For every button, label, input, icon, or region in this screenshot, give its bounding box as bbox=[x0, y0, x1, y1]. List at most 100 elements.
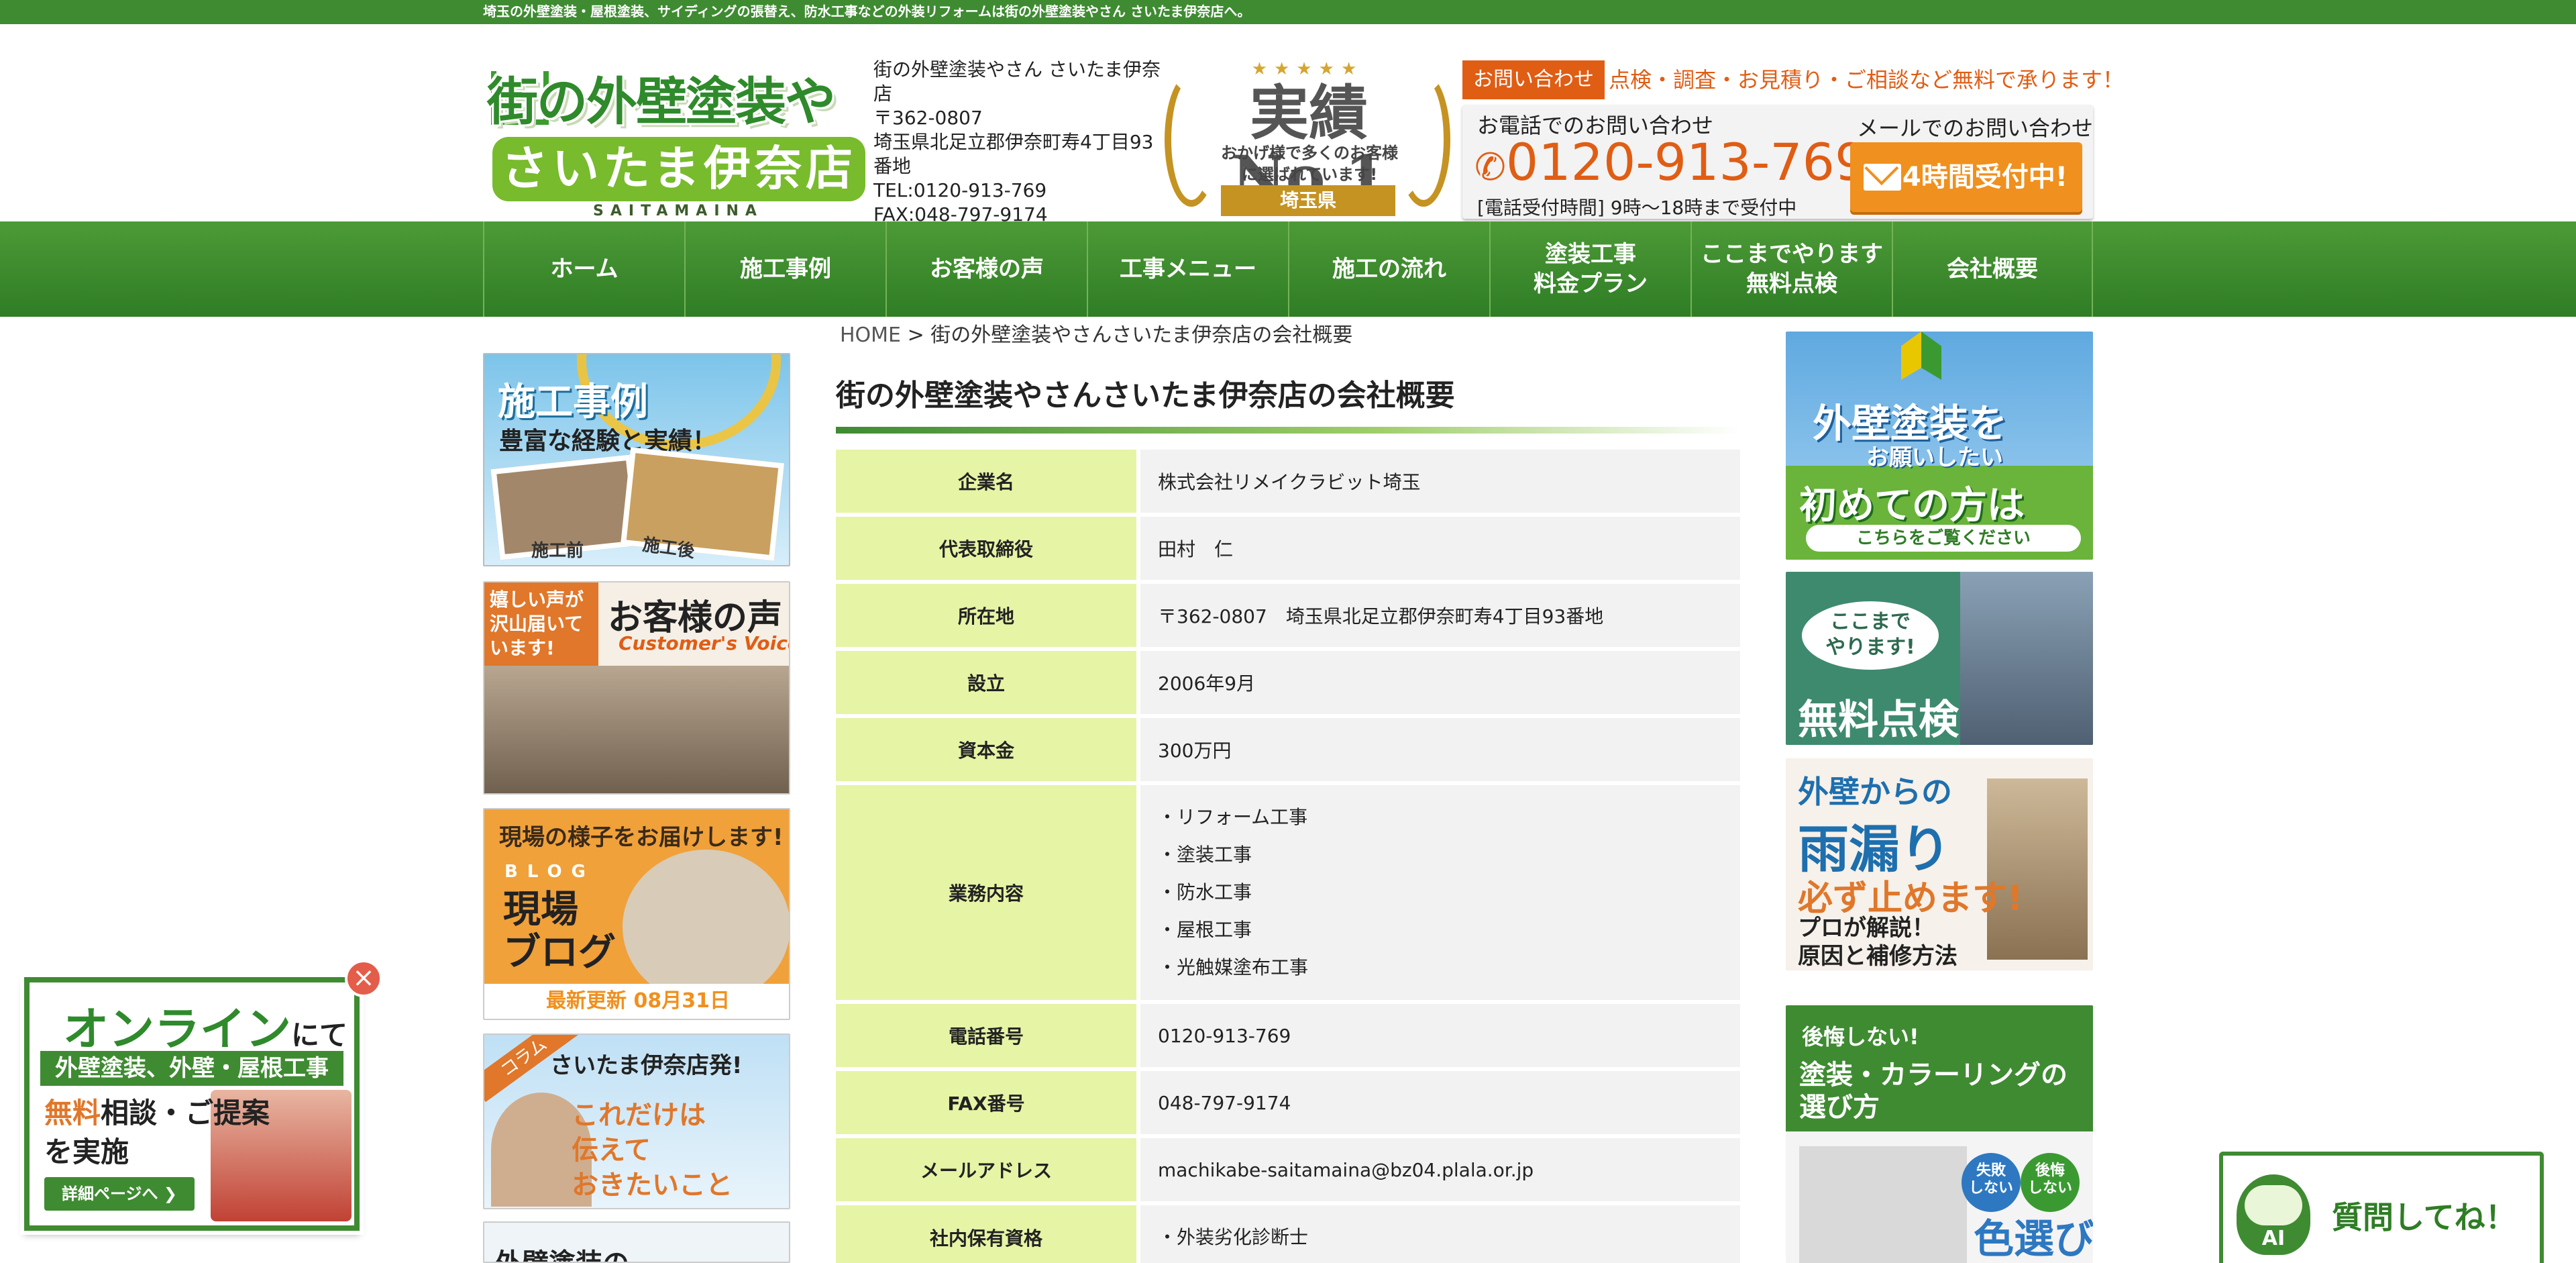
online-body-line2: を実施 bbox=[44, 1135, 129, 1168]
badge-region: 埼玉県 bbox=[1221, 185, 1395, 216]
online-title-main: オンライン bbox=[63, 1003, 292, 1056]
banner-color-t2: 塗装・カラーリングの 選び方 bbox=[1799, 1060, 2068, 1123]
ai-chat-widget[interactable]: AI 質問してね！ bbox=[2219, 1152, 2544, 1263]
row-value: machikabe-saitamaina@bz04.plala.or.jp bbox=[1136, 1138, 1740, 1201]
banner-works[interactable]: 施工事例 豊富な経験と実績！ 施工前 施工後 bbox=[483, 353, 790, 566]
blog-photo bbox=[623, 850, 789, 1004]
row-value: 300万円 bbox=[1136, 718, 1740, 781]
nav-label: 工事メニュー bbox=[1120, 256, 1256, 283]
breadcrumb-separator: > bbox=[907, 323, 924, 347]
row-label: 設立 bbox=[836, 651, 1136, 714]
row-value: 株式会社リメイクラビット埼玉 bbox=[1136, 450, 1740, 513]
banner-leak-t3: 必ず止めます! bbox=[1798, 878, 2023, 919]
table-row: 代表取締役 田村 仁 bbox=[836, 517, 1740, 580]
mail-label: メールでのお問い合わせ bbox=[1857, 115, 2094, 141]
online-strip: 外壁塗装、外壁・屋根工事 bbox=[40, 1051, 343, 1086]
tel-number-link[interactable]: ✆0120-913-769 bbox=[1474, 132, 1867, 199]
business-list: ・リフォーム工事 ・塗装工事 ・防水工事 ・屋根工事 ・光触媒塗布工事 bbox=[1158, 799, 1723, 987]
nav-company[interactable]: 会社概要 bbox=[1892, 221, 2093, 317]
banner-column[interactable]: コラム さいたま伊奈店発! これだけは 伝えて おきたいこと bbox=[483, 1033, 790, 1209]
online-title-suffix: にて bbox=[291, 1019, 348, 1052]
row-label: 企業名 bbox=[836, 450, 1136, 513]
store-tel: TEL:0120-913-769 bbox=[873, 179, 1047, 201]
banner-first-time[interactable]: 外壁塗装を お願いしたい 初めての方は こちらをご覧ください bbox=[1786, 332, 2093, 560]
contact-tag: お問い合わせ bbox=[1462, 60, 1605, 99]
table-row: 資本金 300万円 bbox=[836, 718, 1740, 781]
nav-free-inspection[interactable]: ここまでやります 無料点検 bbox=[1690, 221, 1892, 317]
nav-flow[interactable]: 施工の流れ bbox=[1288, 221, 1489, 317]
achievement-badge: ★★★★★ 実績No.1 おかげ様で多くのお客様に選ばれています! 埼玉県 bbox=[1165, 59, 1450, 216]
list-item: ・防水工事 bbox=[1158, 881, 1252, 903]
company-profile-table: 企業名 株式会社リメイクラビット埼玉 代表取締役 田村 仁 所在地 〒362-0… bbox=[836, 446, 1740, 1263]
banner-blog-lead: 現場の様子をお届けします! bbox=[499, 824, 784, 851]
inspection-photo bbox=[1960, 572, 2093, 745]
contact-panel: お問い合わせ 点検・調査・お見積り・ご相談など無料で承ります！ お電話でのお問い… bbox=[1462, 60, 2124, 219]
nav-label: 塗装工事 料金プラン bbox=[1534, 241, 1648, 297]
phone-icon: ✆ bbox=[1474, 146, 1506, 189]
banner-blog[interactable]: 現場の様子をお届けします! BLOG 現場 ブログ 最新更新 08月31日 bbox=[483, 808, 790, 1020]
laurel-left-icon bbox=[1165, 72, 1218, 207]
row-value: 0120-913-769 bbox=[1136, 1004, 1740, 1067]
nav-home[interactable]: ホーム bbox=[483, 221, 684, 317]
banner-rain-leak[interactable]: 外壁からの 雨漏り 必ず止めます! プロが解説！ 原因と補修方法 bbox=[1786, 758, 2093, 970]
banner-voices-tag: 嬉しい声が 沢山届いて います! bbox=[484, 583, 598, 666]
nav-works[interactable]: 施工事例 bbox=[684, 221, 885, 317]
banner-first-t3: 初めての方は bbox=[1799, 484, 2025, 527]
banner-first-pill: こちらをご覧ください bbox=[1806, 525, 2081, 552]
banner-column-body: これだけは 伝えて おきたいこと bbox=[572, 1100, 733, 1201]
table-row: 業務内容 ・リフォーム工事 ・塗装工事 ・防水工事 ・屋根工事 ・光触媒塗布工事 bbox=[836, 785, 1740, 1000]
mail-contact-button[interactable]: 24時間受付中! bbox=[1850, 142, 2082, 212]
banner-color-c2: 後悔 しない bbox=[2021, 1153, 2080, 1212]
logo-line3: SAITAMAINA bbox=[593, 203, 763, 219]
list-item: ・リフォーム工事 bbox=[1158, 806, 1308, 828]
banner-blog-en: BLOG bbox=[504, 862, 595, 882]
banner-works-title: 施工事例 bbox=[498, 381, 648, 424]
online-detail-button[interactable]: 詳細ページへ ❯ bbox=[44, 1177, 195, 1211]
nav-label: 会社概要 bbox=[1947, 256, 2038, 283]
title-underline bbox=[836, 427, 1740, 434]
logo-line2: さいたま伊奈店 bbox=[492, 137, 865, 201]
house-illustration bbox=[1799, 1146, 1967, 1263]
breadcrumb-current: 街の外壁塗装やさんさいたま伊奈店の会社概要 bbox=[930, 323, 1353, 347]
list-item: ・光触媒塗布工事 bbox=[1158, 956, 1309, 978]
nav-menu[interactable]: 工事メニュー bbox=[1087, 221, 1288, 317]
online-body-highlight: 無料 bbox=[44, 1097, 101, 1129]
banner-free-inspection[interactable]: ここまで やります! 無料点検 bbox=[1786, 572, 2093, 745]
ai-label: AI bbox=[2261, 1227, 2286, 1250]
online-consult-banner[interactable]: × オンラインにて 外壁塗装、外壁・屋根工事 無料相談・ご提案 を実施 詳細ページ… bbox=[24, 960, 382, 1231]
nav-price-plan[interactable]: 塗装工事 料金プラン bbox=[1489, 221, 1690, 317]
top-tagline-bar: 埼玉の外壁塗装・屋根塗装、サイディングの張替え、防水工事などの外装リフォームは街… bbox=[0, 0, 2576, 24]
row-label: 電話番号 bbox=[836, 1004, 1136, 1067]
store-name: 街の外壁塗装やさん さいたま伊奈店 bbox=[873, 58, 1161, 105]
breadcrumb: HOME > 街の外壁塗装やさんさいたま伊奈店の会社概要 bbox=[840, 318, 1352, 348]
mail-button-label: 24時間受付中! bbox=[1884, 162, 2068, 193]
banner-color-choice[interactable]: 後悔しない! 塗装・カラーリングの 選び方 失敗 しない 後悔 しない 色選び bbox=[1786, 1005, 2093, 1263]
banner-painting-guide-title: 外壁塗装の bbox=[495, 1242, 629, 1262]
banner-voices[interactable]: 嬉しい声が 沢山届いて います! お客様の声 Customer's Voice! bbox=[483, 581, 790, 795]
site-logo[interactable]: 街の外壁塗装やさん さいたま伊奈店 SAITAMAINA bbox=[487, 47, 869, 219]
banner-color-t1: 後悔しない! bbox=[1802, 1024, 1919, 1050]
before-caption: 施工前 bbox=[531, 541, 584, 561]
store-address: 街の外壁塗装やさん さいたま伊奈店 〒362-0807 埼玉県北足立郡伊奈町寿4… bbox=[873, 58, 1162, 227]
global-nav: ホーム 施工事例 お客様の声 工事メニュー 施工の流れ 塗装工事 料金プラン こ… bbox=[0, 221, 2576, 317]
banner-voices-en: Customer's Voice! bbox=[619, 632, 790, 654]
row-label: 資本金 bbox=[836, 718, 1136, 781]
badge-subtitle: おかげ様で多くのお客様に選ばれています! bbox=[1221, 144, 1398, 184]
row-label: 所在地 bbox=[836, 584, 1136, 647]
table-row: 社内保有資格 ・外装劣化診断士 bbox=[836, 1205, 1740, 1263]
banner-leak-t4: プロが解説！ 原因と補修方法 bbox=[1798, 915, 1957, 970]
row-label: メールアドレス bbox=[836, 1138, 1136, 1201]
tel-number: 0120-913-769 bbox=[1505, 132, 1868, 192]
nav-voices[interactable]: お客様の声 bbox=[885, 221, 1087, 317]
banner-blog-updated: 最新更新 08月31日 bbox=[484, 984, 789, 1019]
banner-painting-guide[interactable]: 外壁塗装の bbox=[483, 1221, 790, 1263]
beginner-mark-icon bbox=[1901, 332, 1941, 380]
banner-free-title: 無料点検 bbox=[1798, 697, 1959, 744]
table-row: 電話番号 0120-913-769 bbox=[836, 1004, 1740, 1067]
breadcrumb-home-link[interactable]: HOME bbox=[840, 323, 901, 347]
row-value: ・リフォーム工事 ・塗装工事 ・防水工事 ・屋根工事 ・光触媒塗布工事 bbox=[1136, 785, 1740, 1000]
nav-label: お客様の声 bbox=[930, 256, 1044, 283]
list-item: ・塗装工事 bbox=[1158, 844, 1252, 866]
close-icon[interactable]: × bbox=[345, 960, 382, 997]
robot-face bbox=[2245, 1185, 2302, 1225]
